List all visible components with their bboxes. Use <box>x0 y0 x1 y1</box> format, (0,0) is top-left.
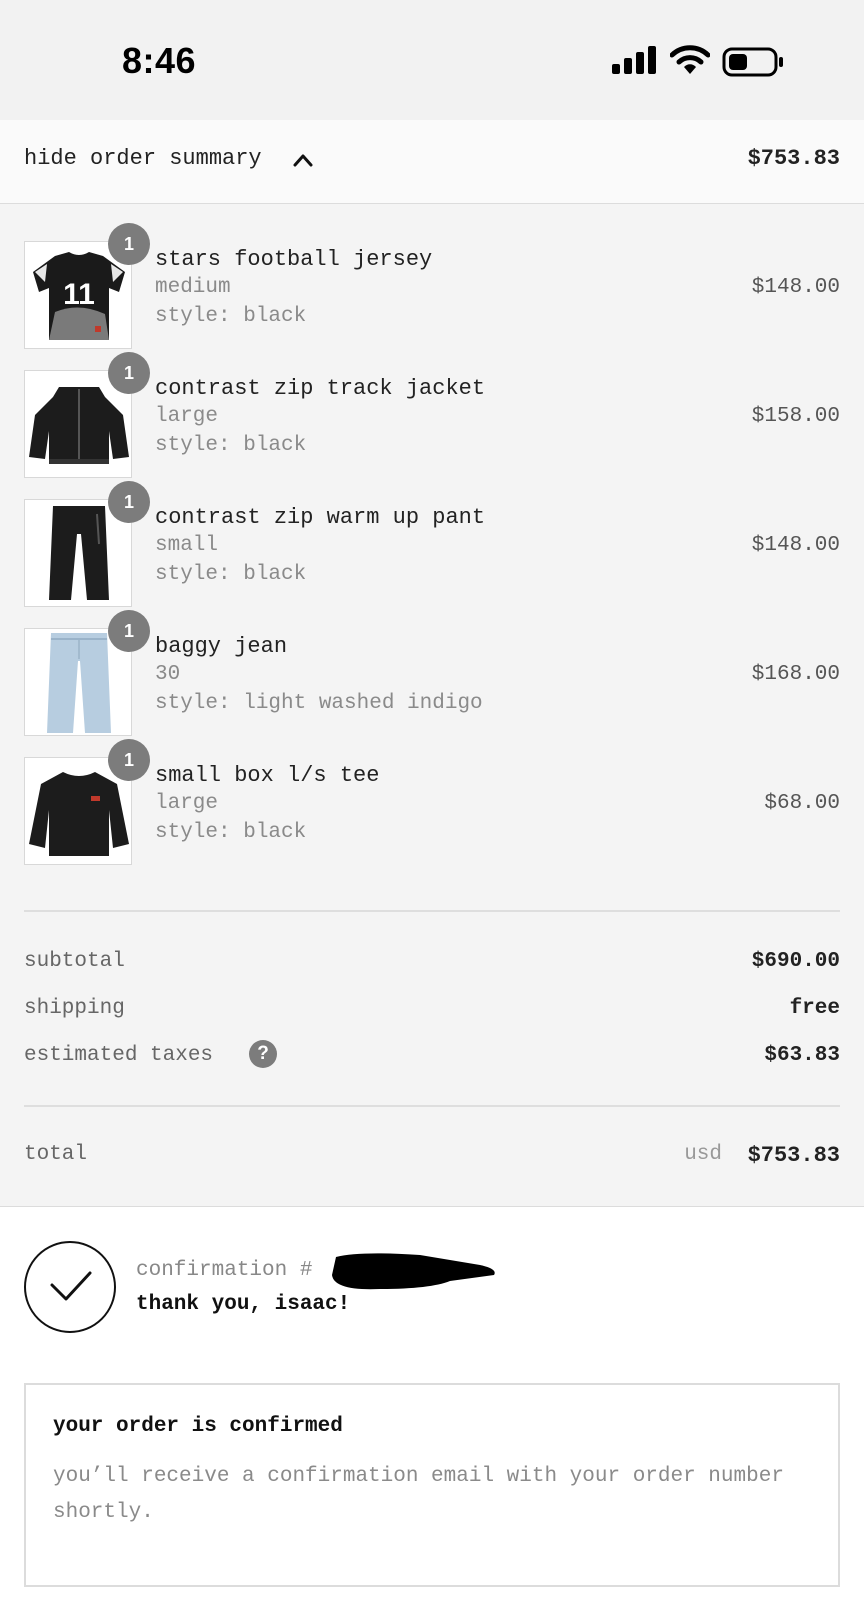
item-style: style: black <box>155 434 307 457</box>
list-item: 1 contrast zip track jacket large style:… <box>0 334 864 478</box>
subtotal-label: subtotal <box>24 950 125 973</box>
list-item: 1 baggy jean 30 style: light washed indi… <box>0 592 864 736</box>
divider <box>24 910 840 912</box>
chevron-up-icon[interactable] <box>292 150 314 170</box>
shipping-label: shipping <box>24 997 125 1020</box>
list-item: 11 1 stars football jersey medium style:… <box>0 205 864 349</box>
item-name: small box l/s tee <box>155 763 380 788</box>
item-size: 30 <box>155 663 181 686</box>
item-price: $68.00 <box>764 792 840 815</box>
wifi-icon <box>670 45 710 74</box>
summary-toggle-label[interactable]: hide order summary <box>24 146 262 171</box>
item-name: baggy jean <box>155 634 288 659</box>
grand-total: $753.83 <box>747 1143 840 1168</box>
quantity-badge: 1 <box>108 610 150 652</box>
status-time: 8:46 <box>122 40 197 81</box>
redaction-mark <box>332 1253 495 1290</box>
taxes-label: estimated taxes <box>24 1044 214 1067</box>
item-price: $158.00 <box>751 405 840 428</box>
confirmation-number-label: confirmation # <box>136 1259 313 1282</box>
quantity-badge: 1 <box>108 481 150 523</box>
item-price: $148.00 <box>751 276 840 299</box>
item-style: style: light washed indigo <box>155 692 483 715</box>
subtotal-value: $690.00 <box>751 950 840 973</box>
item-style: style: black <box>155 563 307 586</box>
item-name: stars football jersey <box>155 247 433 272</box>
item-size: medium <box>155 276 231 299</box>
currency-code: usd <box>684 1143 722 1166</box>
quantity-badge: 1 <box>108 352 150 394</box>
total-label: total <box>24 1143 88 1166</box>
item-name: contrast zip warm up pant <box>155 505 486 530</box>
item-style: style: black <box>155 305 307 328</box>
item-name: contrast zip track jacket <box>155 376 486 401</box>
item-price: $168.00 <box>751 663 840 686</box>
thank-you-message: thank you, isaac! <box>136 1293 351 1316</box>
taxes-value: $63.83 <box>764 1044 840 1067</box>
order-summary-toggle[interactable]: hide order summary $753.83 <box>0 120 864 204</box>
quantity-badge: 1 <box>108 739 150 781</box>
order-confirmed-box: your order is confirmed you’ll receive a… <box>24 1383 840 1587</box>
list-item: 1 contrast zip warm up pant small style:… <box>0 463 864 607</box>
item-price: $148.00 <box>751 534 840 557</box>
item-style: style: black <box>155 821 307 844</box>
status-bar: 8:46 <box>0 0 864 120</box>
item-size: large <box>155 405 219 428</box>
svg-text:11: 11 <box>63 278 95 311</box>
cellular-signal-icon <box>612 46 656 74</box>
summary-total: $753.83 <box>747 146 840 171</box>
divider <box>24 1105 840 1107</box>
order-confirmed-text: you’ll receive a confirmation email with… <box>53 1465 784 1524</box>
checkmark-icon <box>24 1241 116 1333</box>
item-size: large <box>155 792 219 815</box>
quantity-badge: 1 <box>108 223 150 265</box>
item-size: small <box>155 534 219 557</box>
list-item: 1 small box l/s tee large style: black $… <box>0 721 864 865</box>
order-confirmed-title: your order is confirmed <box>53 1415 343 1438</box>
confirmation-section: confirmation # thank you, isaac! your or… <box>0 1206 864 1600</box>
help-icon[interactable]: ? <box>249 1040 277 1068</box>
battery-icon <box>722 47 783 77</box>
shipping-value: free <box>789 997 840 1020</box>
